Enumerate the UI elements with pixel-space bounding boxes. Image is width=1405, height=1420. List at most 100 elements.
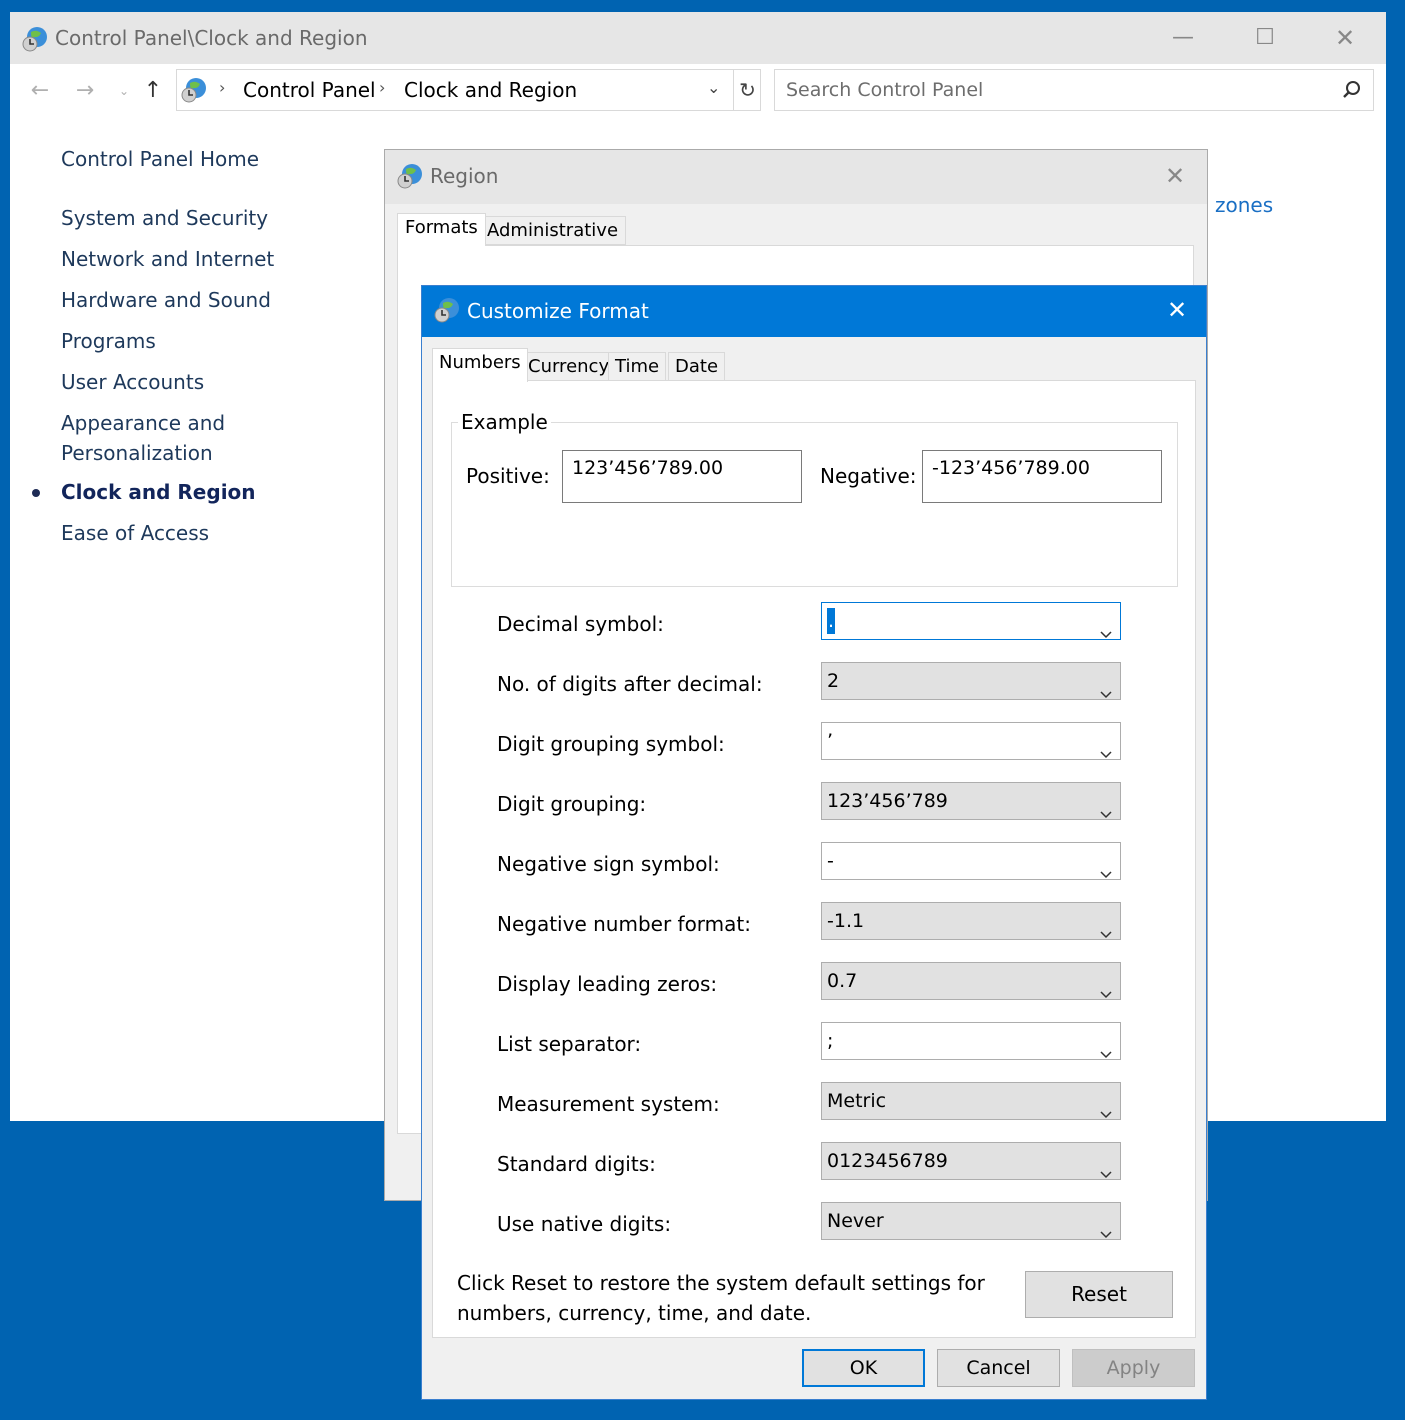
refresh-button[interactable]: ↻ [733, 70, 761, 110]
up-button[interactable]: ↑ [139, 76, 167, 106]
digits-after-decimal-label: No. of digits after decimal: [497, 672, 763, 696]
customize-format-title: Customize Format [467, 299, 649, 323]
breadcrumb-control-panel[interactable]: Control Panel [243, 78, 376, 102]
tab-formats[interactable]: Formats [397, 213, 486, 246]
region-close-button[interactable]: ✕ [1165, 162, 1185, 190]
digit-grouping-symbol-value[interactable]: ’ [827, 730, 833, 752]
chevron-down-icon[interactable] [1100, 915, 1112, 951]
chevron-down-icon[interactable] [1100, 795, 1112, 831]
sidebar-item-control-panel-home[interactable]: Control Panel Home [61, 144, 259, 174]
maximize-button[interactable]: ☐ [1250, 24, 1280, 52]
positive-label: Positive: [466, 464, 550, 488]
time-zones-link[interactable]: zones [1215, 193, 1273, 217]
chevron-down-icon[interactable] [1100, 1215, 1112, 1251]
sidebar-item-appearance-and-personalization[interactable]: Appearance and Personalization [61, 408, 251, 468]
negative-sign-symbol-value[interactable]: - [827, 850, 834, 872]
sidebar-item-programs[interactable]: Programs [61, 326, 156, 356]
digit-grouping-symbol-label: Digit grouping symbol: [497, 732, 725, 756]
chevron-down-icon[interactable] [1100, 615, 1112, 651]
chevron-down-icon[interactable] [1100, 855, 1112, 891]
negative-number-format-value: -1.1 [827, 910, 865, 932]
chevron-down-icon[interactable] [1100, 1095, 1112, 1131]
measurement-system-select[interactable]: Metric [821, 1082, 1121, 1120]
display-leading-zeros-value: 0.7 [827, 970, 858, 992]
negative-sign-symbol-combo[interactable]: - [821, 842, 1121, 880]
tab-date[interactable]: Date [668, 352, 726, 381]
control-panel-globe-icon [22, 25, 50, 57]
region-globe-icon [397, 162, 425, 194]
display-leading-zeros-label: Display leading zeros: [497, 972, 718, 996]
sidebar-item-hardware-and-sound[interactable]: Hardware and Sound [61, 285, 271, 315]
customize-format-title-bar: Customize Format ✕ [422, 286, 1206, 337]
sidebar-item-ease-of-access[interactable]: Ease of Access [61, 518, 209, 548]
negative-number-format-select[interactable]: -1.1 [821, 902, 1121, 940]
tab-currency[interactable]: Currency [521, 352, 617, 381]
digit-grouping-label: Digit grouping: [497, 792, 647, 816]
chevron-down-icon[interactable] [1100, 675, 1112, 711]
customize-format-dialog: Customize Format ✕ Numbers Currency Time… [421, 285, 1207, 1400]
tab-numbers[interactable]: Numbers [432, 348, 528, 382]
negative-example-value: -123’456’789.00 [922, 450, 1162, 503]
list-separator-value[interactable]: ; [827, 1030, 833, 1052]
title-bar: Control Panel\Clock and Region — ☐ ✕ [10, 12, 1386, 64]
sidebar-item-network-and-internet[interactable]: Network and Internet [61, 244, 274, 274]
forward-button[interactable]: → [71, 76, 99, 106]
chevron-down-icon[interactable] [1100, 735, 1112, 771]
example-legend: Example [458, 410, 551, 434]
search-input[interactable] [776, 71, 1336, 109]
use-native-digits-value: Never [827, 1210, 884, 1232]
sidebar-item-system-and-security[interactable]: System and Security [61, 203, 268, 233]
sidebar-item-user-accounts[interactable]: User Accounts [61, 367, 204, 397]
reset-explanation: Click Reset to restore the system defaul… [457, 1271, 985, 1325]
use-native-digits-label: Use native digits: [497, 1212, 672, 1236]
cancel-button[interactable]: Cancel [937, 1349, 1060, 1387]
window-title: Control Panel\Clock and Region [55, 26, 368, 50]
address-history-dropdown[interactable]: ⌄ [707, 78, 720, 97]
tab-administrative[interactable]: Administrative [479, 216, 627, 245]
ok-button[interactable]: OK [802, 1349, 925, 1387]
recent-locations-button[interactable]: ⌄ [110, 76, 138, 106]
breadcrumb-clock-and-region[interactable]: Clock and Region [404, 78, 577, 102]
customize-format-close-button[interactable]: ✕ [1167, 296, 1187, 324]
decimal-symbol-label: Decimal symbol: [497, 612, 664, 636]
negative-number-format-label: Negative number format: [497, 912, 751, 936]
search-icon[interactable] [1341, 79, 1363, 105]
region-globe-icon [434, 296, 462, 328]
digit-grouping-symbol-combo[interactable]: ’ [821, 722, 1121, 760]
close-button[interactable]: ✕ [1330, 24, 1360, 52]
measurement-system-label: Measurement system: [497, 1092, 720, 1116]
chevron-down-icon[interactable] [1100, 1035, 1112, 1071]
digit-grouping-value: 123’456’789 [827, 790, 948, 812]
digits-after-decimal-select[interactable]: 2 [821, 662, 1121, 700]
decimal-symbol-value[interactable]: . [827, 608, 836, 634]
measurement-system-value: Metric [827, 1090, 887, 1112]
list-separator-label: List separator: [497, 1032, 642, 1056]
display-leading-zeros-select[interactable]: 0.7 [821, 962, 1121, 1000]
digit-grouping-select[interactable]: 123’456’789 [821, 782, 1121, 820]
chevron-down-icon[interactable] [1100, 1155, 1112, 1191]
standard-digits-label: Standard digits: [497, 1152, 656, 1176]
reset-button[interactable]: Reset [1025, 1271, 1173, 1318]
tab-time[interactable]: Time [608, 352, 667, 381]
minimize-button[interactable]: — [1168, 24, 1198, 52]
sidebar-item-clock-and-region[interactable]: Clock and Region [61, 477, 256, 507]
active-item-bullet [32, 489, 40, 497]
list-separator-combo[interactable]: ; [821, 1022, 1121, 1060]
breadcrumb-separator[interactable]: › [219, 78, 225, 97]
decimal-symbol-combo[interactable]: . [821, 602, 1121, 640]
standard-digits-select[interactable]: 0123456789 [821, 1142, 1121, 1180]
negative-sign-symbol-label: Negative sign symbol: [497, 852, 720, 876]
numbers-tab-panel: Example Positive: 123’456’789.00 Negativ… [432, 380, 1196, 1338]
search-box[interactable] [774, 69, 1374, 111]
apply-button[interactable]: Apply [1072, 1349, 1195, 1387]
navigation-bar: ← → ⌄ ↑ › Control Panel › Clock and Regi… [10, 64, 1386, 120]
example-group: Example Positive: 123’456’789.00 Negativ… [451, 410, 1178, 587]
address-bar[interactable]: › Control Panel › Clock and Region ⌄ ↻ [176, 69, 761, 111]
negative-label: Negative: [820, 464, 917, 488]
chevron-down-icon[interactable] [1100, 975, 1112, 1011]
breadcrumb-separator[interactable]: › [379, 78, 385, 97]
positive-example-value: 123’456’789.00 [562, 450, 802, 503]
back-button[interactable]: ← [26, 76, 54, 106]
region-dialog-title: Region [430, 164, 499, 188]
use-native-digits-select[interactable]: Never [821, 1202, 1121, 1240]
